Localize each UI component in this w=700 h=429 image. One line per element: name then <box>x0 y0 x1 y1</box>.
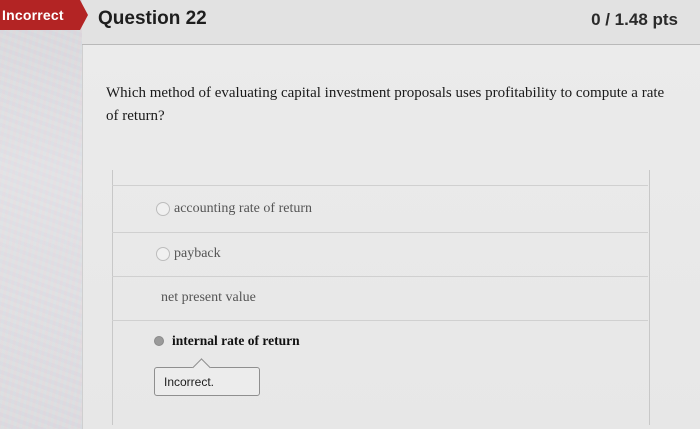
answer-label: net present value <box>161 290 256 305</box>
incorrect-status-badge: Incorrect <box>0 0 88 30</box>
status-label: Incorrect <box>2 7 64 23</box>
answer-label: payback <box>174 246 221 261</box>
feedback-label: Incorrect. <box>164 374 215 389</box>
radio-button-icon[interactable] <box>156 247 170 261</box>
answer-option-net-present-value[interactable]: net present value <box>161 290 256 306</box>
feedback-tooltip: Incorrect. <box>154 358 260 396</box>
answer-label: accounting rate of return <box>174 201 312 216</box>
divider <box>112 276 648 277</box>
answer-option-accounting-rate-of-return[interactable]: accounting rate of return <box>156 201 312 217</box>
selected-radio-icon[interactable] <box>154 336 164 346</box>
divider <box>112 185 648 186</box>
answer-option-internal-rate-of-return[interactable]: internal rate of return <box>154 333 300 349</box>
radio-button-icon[interactable] <box>156 202 170 216</box>
answer-label: internal rate of return <box>172 333 300 348</box>
divider <box>112 232 648 233</box>
question-points: 0 / 1.48 pts <box>591 10 678 29</box>
question-text: Which method of evaluating capital inves… <box>106 85 665 124</box>
question-title: Question 22 <box>98 8 207 29</box>
divider <box>112 320 648 321</box>
answer-option-payback[interactable]: payback <box>156 246 221 262</box>
